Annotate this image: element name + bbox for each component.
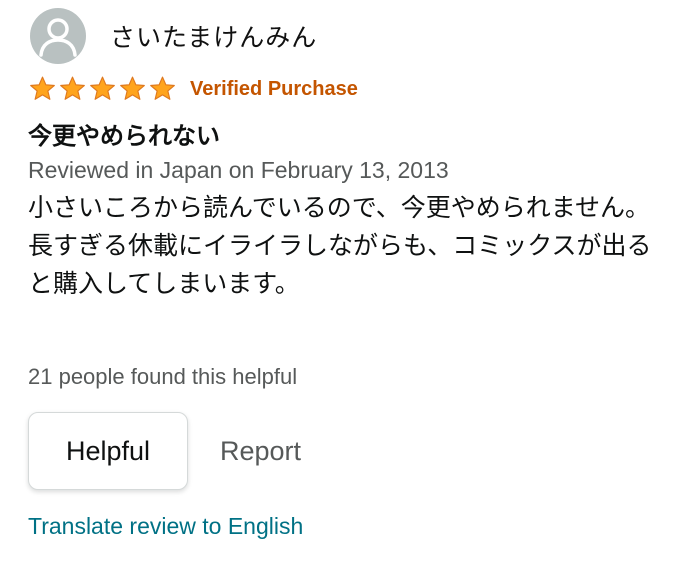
review-body-line: 長すぎる休載にイライラしながらも、コミックスが出ると購入してしまいます。 [28,231,652,298]
star-rating[interactable] [28,75,178,103]
report-link[interactable]: Report [220,436,301,467]
review-body-line: 小さいころから読んでいるので、今更やめられません。 [28,193,651,222]
star-icon [120,76,145,100]
verified-purchase-badge: Verified Purchase [190,77,358,100]
rating-row: Verified Purchase [28,73,358,105]
star-icon [30,76,55,100]
review-title[interactable]: 今更やめられない [28,116,220,151]
reviewer-name[interactable]: さいたまけんみん [110,18,317,54]
person-silhouette-icon [39,18,77,57]
reviewer-profile[interactable]: さいたまけんみん [30,8,317,64]
star-icon [60,76,85,100]
translate-review-link[interactable]: Translate review to English [28,513,303,540]
helpful-button[interactable]: Helpful [28,412,188,490]
star-icon [90,76,115,100]
star-icon [150,76,175,100]
customer-review: さいたまけんみん Verified Purchase 今更やめられない Revi… [0,0,680,562]
review-body: 小さいころから読んでいるので、今更やめられません。 長すぎる休載にイライラしなが… [28,189,658,303]
helpful-count: 21 people found this helpful [28,364,298,389]
review-date: Reviewed in Japan on February 13, 2013 [28,157,449,183]
avatar[interactable] [30,8,86,64]
